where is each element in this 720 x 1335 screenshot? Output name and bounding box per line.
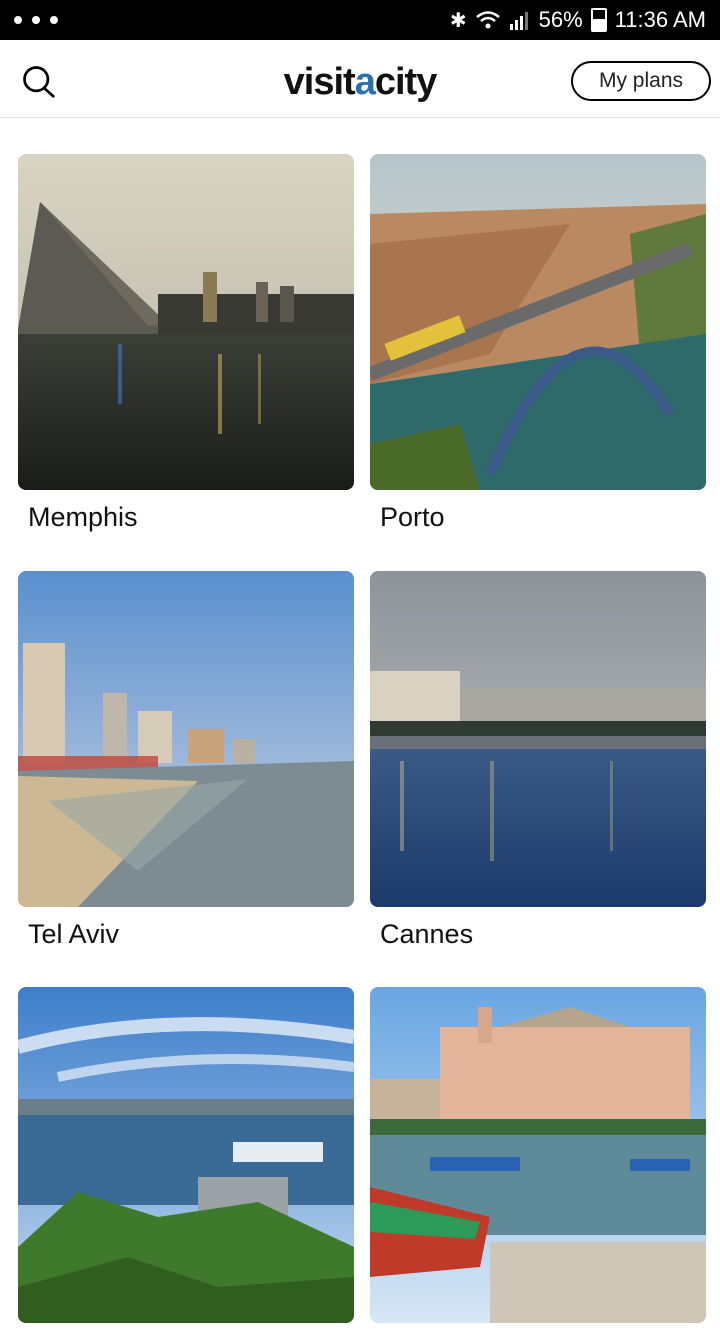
app-header: visit a city My plans — [0, 40, 720, 118]
logo-text-accent: a — [354, 60, 376, 103]
city-card-harbour[interactable] — [18, 987, 354, 1335]
search-icon — [23, 66, 55, 98]
city-card-seaside[interactable] — [370, 987, 706, 1335]
city-grid: Memphis Porto Tel Aviv Cannes — [0, 118, 720, 1323]
logo-text-end: city — [374, 60, 437, 103]
city-image-seaside[interactable] — [370, 987, 706, 1323]
city-name[interactable]: Memphis — [28, 502, 354, 533]
city-image-harbour[interactable] — [18, 987, 354, 1323]
city-card-tel-aviv[interactable]: Tel Aviv — [18, 571, 354, 950]
city-name[interactable]: Porto — [380, 502, 706, 533]
notification-dot-icon — [50, 16, 58, 24]
notification-dot-icon — [14, 16, 22, 24]
city-name[interactable]: Tel Aviv — [28, 919, 354, 950]
bluetooth-icon: ✱ — [449, 9, 467, 32]
city-card-porto[interactable]: Porto — [370, 154, 706, 533]
status-bar: ✱ 56% 11:36 AM — [0, 0, 720, 40]
clock: 11:36 AM — [614, 7, 706, 32]
city-image-cannes[interactable] — [370, 571, 706, 907]
city-card-memphis[interactable]: Memphis — [18, 154, 354, 533]
search-button[interactable] — [14, 58, 62, 104]
logo-text-start: visit — [283, 60, 356, 103]
signal-icon — [509, 12, 528, 30]
battery-percent: 56% — [538, 7, 583, 32]
city-name[interactable]: Cannes — [380, 919, 706, 950]
notification-icons — [14, 16, 58, 24]
wifi-icon — [475, 11, 500, 29]
visitacity-logo[interactable]: visit a city — [265, 60, 455, 104]
city-image-tel-aviv[interactable] — [18, 571, 354, 907]
system-status: ✱ 56% 11:36 AM — [450, 7, 706, 33]
notification-dot-icon — [32, 16, 40, 24]
battery-icon — [590, 8, 607, 32]
city-image-porto[interactable] — [370, 154, 706, 490]
my-plans-button[interactable]: My plans — [571, 61, 711, 101]
city-card-cannes[interactable]: Cannes — [370, 571, 706, 950]
city-image-memphis[interactable] — [18, 154, 354, 490]
